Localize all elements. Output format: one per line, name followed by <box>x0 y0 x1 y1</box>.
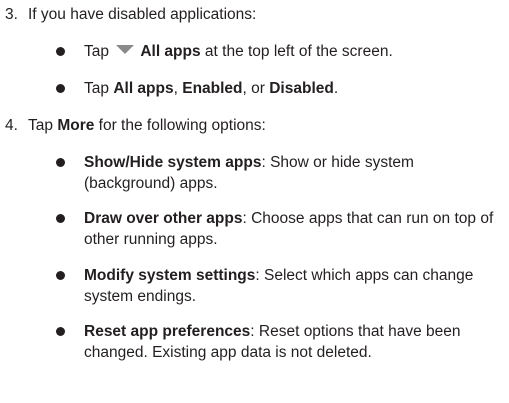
option-text: Reset app preferences: Reset options tha… <box>84 323 461 361</box>
step-text: Tap More for the following options: <box>28 117 266 134</box>
dropdown-triangle-icon <box>116 45 135 54</box>
bullet-text: Tap All apps, Enabled, or Disabled. <box>84 80 339 97</box>
step-number: 3. <box>5 6 18 23</box>
step-text: If you have disabled applications: <box>28 6 257 23</box>
step-number: 4. <box>5 117 18 134</box>
bullet-text: Tap All apps at the top left of the scre… <box>84 43 393 60</box>
bullet-dot <box>56 271 65 280</box>
bullet-dot <box>56 47 65 56</box>
bullet-dot <box>56 327 65 336</box>
option-text: Modify system settings: Select which app… <box>84 267 474 305</box>
option-text: Draw over other apps: Choose apps that c… <box>84 210 494 248</box>
option-text: Show/Hide system apps: Show or hide syst… <box>84 154 414 192</box>
bullet-dot <box>56 214 65 223</box>
bullet-dot <box>56 158 65 167</box>
bullet-dot <box>56 84 65 93</box>
